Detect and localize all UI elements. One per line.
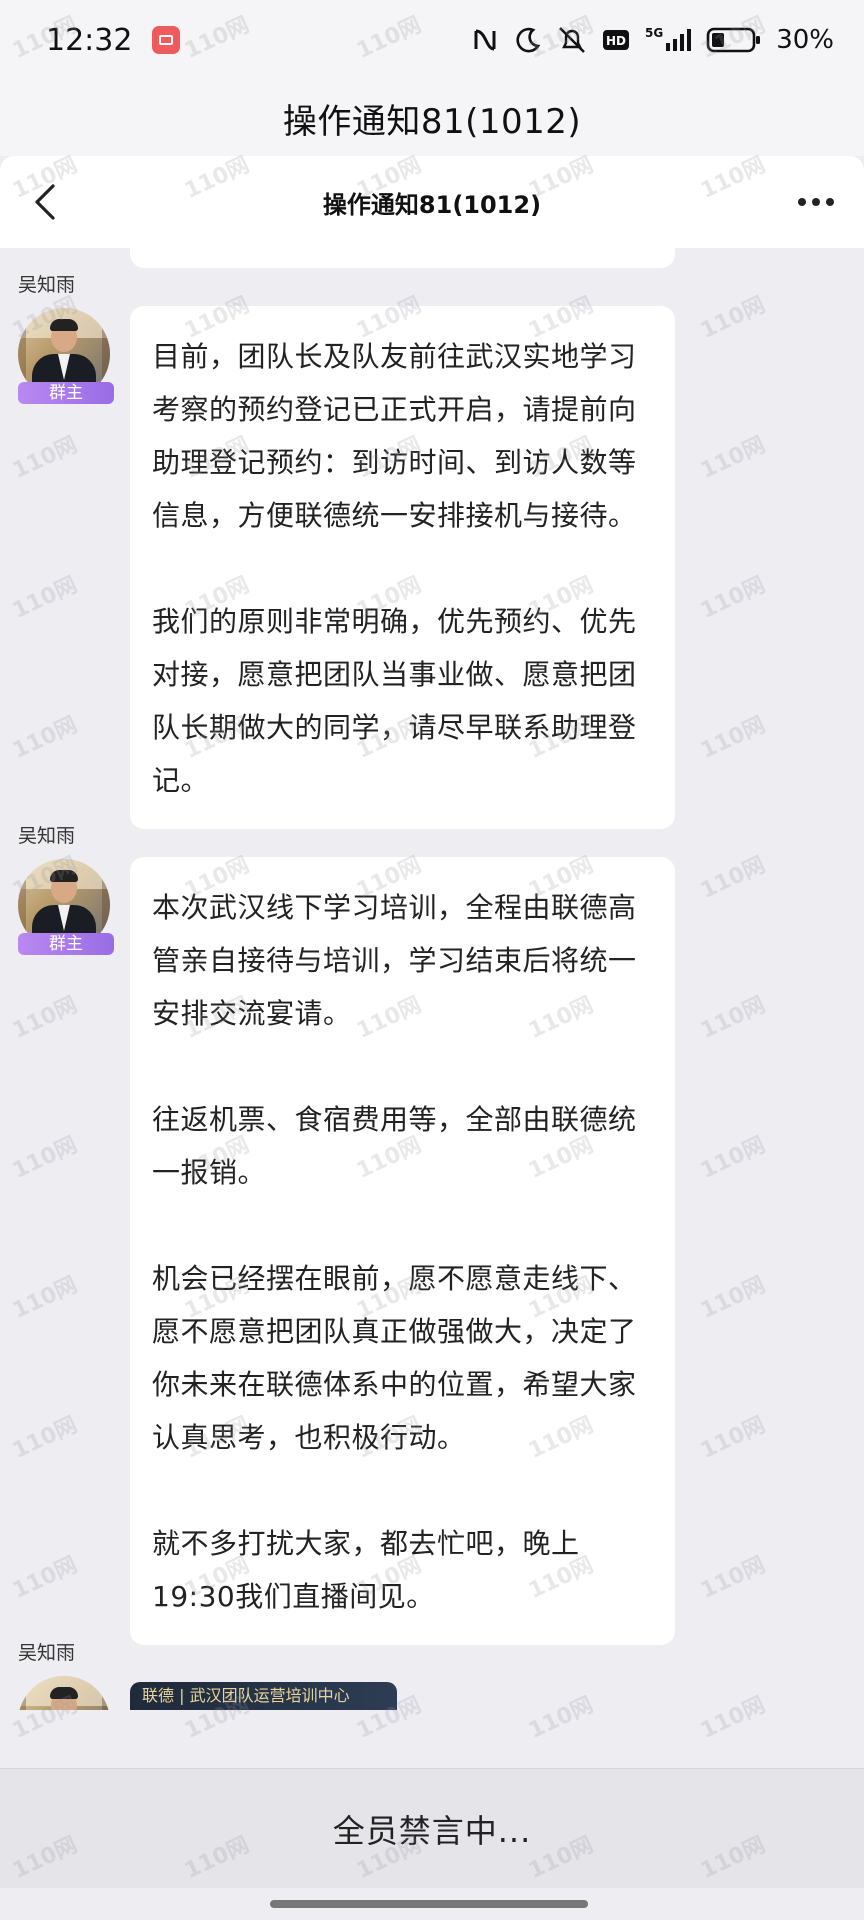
back-button[interactable]: [22, 178, 70, 226]
group-owner-badge: 群主: [18, 933, 114, 955]
battery-percent: 30%: [776, 25, 834, 55]
more-dot-icon: [798, 198, 806, 206]
status-bar: 12:32 HD 5G 30%: [0, 0, 864, 80]
sender-avatar[interactable]: 群主: [18, 308, 114, 404]
sender-avatar[interactable]: [18, 1676, 114, 1710]
message-paragraph: 我们的原则非常明确，优先预约、优先对接，愿意把团队当事业做、愿意把团队长期做大的…: [152, 605, 637, 797]
message-paragraph: 往返机票、食宿费用等，全部由联德统一报销。: [152, 1103, 637, 1189]
notification-app-icon: [152, 26, 181, 54]
app-title-bar: 操作通知81(1012): [0, 80, 864, 156]
chat-screen: 12:32 HD 5G 30% 操作通知81(1012) 操作通知81(1012…: [0, 0, 864, 1920]
home-indicator[interactable]: [270, 1900, 588, 1908]
sender-name: 吴知雨: [18, 825, 76, 847]
nav-bar: 操作通知81(1012): [0, 156, 864, 248]
signal-5g-icon: 5G: [644, 24, 692, 56]
previous-message-bubble[interactable]: [130, 248, 675, 268]
group-owner-badge: 群主: [18, 382, 114, 404]
hd-icon: HD: [602, 24, 630, 56]
mute-bell-icon: [556, 24, 588, 56]
muted-notice: 全员禁言中...: [332, 1811, 532, 1850]
image-message[interactable]: 联德 | 武汉团队运营培训中心: [130, 1682, 397, 1710]
message-paragraph: 本次武汉线下学习培训，全程由联德高管亲自接待与培训，学习结束后将统一安排交流宴请…: [152, 891, 637, 1030]
sender-avatar[interactable]: 群主: [18, 859, 114, 955]
avatar: [18, 1676, 110, 1710]
message-bubble[interactable]: 目前，团队长及队友前往武汉实地学习考察的预约登记已正式开启，请提前向助理登记预约…: [130, 306, 675, 829]
status-icons: HD 5G 30%: [470, 24, 834, 56]
battery-icon: [706, 24, 762, 56]
more-dot-icon: [812, 198, 820, 206]
app-title: 操作通知81(1012): [282, 101, 582, 142]
chat-title: 操作通知81(1012): [322, 190, 542, 219]
message-bubble[interactable]: 本次武汉线下学习培训，全程由联德高管亲自接待与培训，学习结束后将统一安排交流宴请…: [130, 857, 675, 1645]
chevron-left-icon: [35, 184, 55, 220]
more-dot-icon: [826, 198, 834, 206]
status-time: 12:32: [46, 22, 133, 58]
moon-icon: [514, 24, 542, 56]
message-paragraph: 目前，团队长及队友前往武汉实地学习考察的预约登记已正式开启，请提前向助理登记预约…: [152, 340, 637, 532]
sender-name: 吴知雨: [18, 1642, 76, 1664]
sender-name: 吴知雨: [18, 274, 76, 296]
chat-message-list[interactable]: 吴知雨 群主 目前，团队长及队友前往武汉实地学习考察的预约登记已正式开启，请提前…: [0, 248, 864, 1768]
muted-input-bar: 全员禁言中...: [0, 1768, 864, 1888]
message-paragraph: 就不多打扰大家，都去忙吧，晚上19:30我们直播间见。: [152, 1527, 580, 1613]
more-options-button[interactable]: [786, 178, 846, 226]
message-paragraph: 机会已经摆在眼前，愿不愿意走线下、愿不愿意把团队真正做强做大，决定了你未来在联德…: [152, 1262, 637, 1454]
hd-label: HD: [606, 34, 626, 48]
network-label: 5G: [645, 26, 663, 40]
nfc-icon: [470, 24, 500, 56]
